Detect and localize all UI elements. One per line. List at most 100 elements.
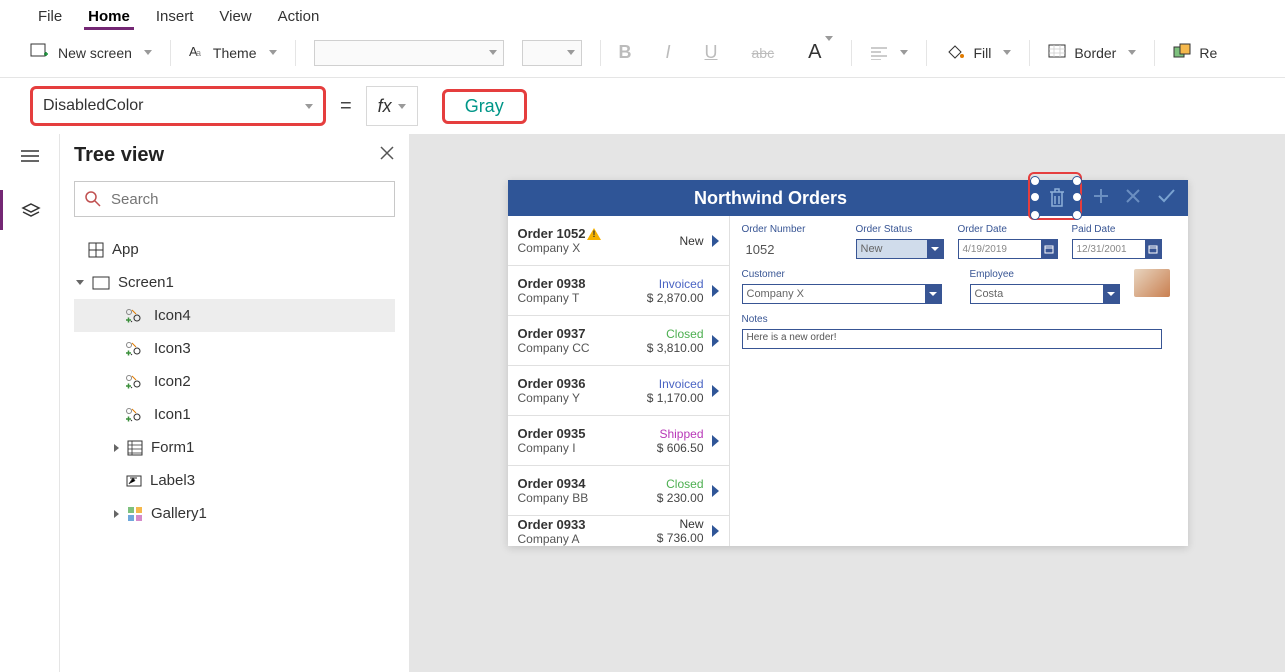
menu-action[interactable]: Action [278, 8, 320, 25]
tree-node-gallery1[interactable]: Gallery1 [74, 497, 395, 530]
order-number-label: Order Number [742, 224, 842, 235]
fill-button[interactable]: Fill [945, 42, 1011, 63]
gallery-row[interactable]: Order 0938Company TInvoiced$ 2,870.00 [508, 266, 729, 316]
menu-insert[interactable]: Insert [156, 8, 194, 25]
gallery-title: Order 0938 [518, 276, 586, 291]
order-number-input[interactable]: 1052 [742, 239, 842, 259]
menu-view[interactable]: View [219, 8, 251, 25]
theme-label: Theme [213, 45, 257, 61]
gallery-price: $ 606.50 [640, 441, 704, 455]
gallery-company: Company X [518, 241, 640, 255]
screen-plus-icon [30, 43, 50, 62]
gallery-status: Closed [640, 477, 704, 491]
fx-button[interactable]: fx [366, 86, 418, 126]
svg-text:a: a [196, 48, 201, 58]
check-icon[interactable] [1156, 187, 1176, 210]
menu-bar: File Home Insert View Action [0, 0, 1285, 31]
tree-view-panel: Tree view App Screen1 Icon4 [60, 134, 410, 672]
tree-node-icon2[interactable]: Icon2 [74, 365, 395, 398]
caret-right-icon [114, 444, 119, 452]
tree-node-icon1[interactable]: Icon1 [74, 398, 395, 431]
font-family-dropdown[interactable] [314, 40, 504, 66]
order-status-label: Order Status [856, 224, 944, 235]
bold-button[interactable]: B [619, 42, 632, 63]
notes-label: Notes [742, 314, 1176, 325]
gallery-row[interactable]: Order 0936Company YInvoiced$ 1,170.00 [508, 366, 729, 416]
gallery-title: Order 1052 [518, 226, 586, 241]
chevron-down-icon [825, 36, 833, 63]
gallery-row[interactable]: Order 0937Company CCClosed$ 3,810.00 [508, 316, 729, 366]
rail-treeview-button[interactable] [0, 190, 59, 230]
close-tree-button[interactable] [379, 144, 395, 167]
menu-home[interactable]: Home [88, 8, 130, 25]
formula-input[interactable]: Gray [432, 86, 1255, 126]
calendar-icon [1044, 244, 1054, 254]
rail-hamburger-button[interactable] [18, 146, 42, 166]
font-color-button[interactable]: A [808, 41, 833, 64]
tree-label: Label3 [150, 472, 195, 489]
underline-button[interactable]: U [705, 42, 718, 63]
tree-label: Icon1 [154, 406, 191, 423]
tree-node-icon3[interactable]: Icon3 [74, 332, 395, 365]
employee-label: Employee [970, 269, 1120, 280]
tree-view-title: Tree view [74, 144, 164, 167]
add-icon[interactable] [1092, 187, 1110, 210]
app-icon [88, 242, 104, 258]
theme-button[interactable]: Aa Theme [189, 43, 277, 62]
gallery-company: Company CC [518, 341, 640, 355]
search-icon [85, 191, 101, 207]
align-icon [870, 46, 888, 60]
cancel-icon[interactable] [1124, 187, 1142, 210]
font-size-dropdown[interactable] [522, 40, 582, 66]
reorder-label: Re [1199, 45, 1217, 61]
tree-label: Screen1 [118, 274, 174, 291]
chevron-right-icon [712, 235, 719, 247]
gallery-row[interactable]: Order 0935Company IShipped$ 606.50 [508, 416, 729, 466]
gallery-price: $ 3,810.00 [640, 341, 704, 355]
equals-sign: = [340, 95, 352, 118]
left-rail [0, 134, 60, 672]
icon-group-icon [126, 341, 146, 357]
ribbon-toolbar: New screen Aa Theme B I U abc A Fill [0, 30, 1285, 78]
tree-label: Icon4 [154, 307, 191, 324]
icon-group-icon [126, 407, 146, 423]
menu-file[interactable]: File [38, 8, 62, 25]
tree-node-icon4[interactable]: Icon4 [74, 299, 395, 332]
tree-node-label3[interactable]: Label3 [74, 464, 395, 497]
italic-button[interactable]: I [666, 42, 671, 63]
chevron-down-icon [398, 104, 406, 109]
gallery-title: Order 0935 [518, 426, 586, 441]
property-selector[interactable]: DisabledColor [30, 86, 326, 126]
strikethrough-button[interactable]: abc [752, 45, 775, 61]
app-title: Northwind Orders [508, 188, 1034, 209]
tree-label: Icon2 [154, 373, 191, 390]
tree-search-box[interactable] [74, 181, 395, 217]
gallery-row[interactable]: Order 0934Company BBClosed$ 230.00 [508, 466, 729, 516]
icon-group-icon [126, 374, 146, 390]
reorder-button[interactable]: Re [1173, 43, 1217, 62]
align-button[interactable] [870, 46, 908, 60]
gallery-row[interactable]: Order 1052Company XNew [508, 216, 729, 266]
employee-select[interactable]: Costa [970, 284, 1120, 304]
layers-icon [21, 202, 41, 218]
tree-search-input[interactable] [109, 190, 384, 209]
gallery-row[interactable]: Order 0933Company ANew$ 736.00 [508, 516, 729, 546]
customer-select[interactable]: Company X [742, 284, 942, 304]
gallery-status: Invoiced [640, 377, 704, 391]
gallery-price: $ 1,170.00 [640, 391, 704, 405]
paid-date-input[interactable]: 12/31/2001 [1072, 239, 1162, 259]
canvas-area: Northwind Orders [410, 134, 1285, 672]
gallery-status: Invoiced [640, 277, 704, 291]
order-status-select[interactable]: New [856, 239, 944, 259]
app-canvas[interactable]: Northwind Orders [508, 180, 1188, 546]
tree-node-screen1[interactable]: Screen1 [74, 266, 395, 299]
trash-icon[interactable] [1042, 184, 1072, 214]
new-screen-button[interactable]: New screen [30, 43, 152, 62]
gallery-status: New [640, 234, 704, 248]
form-icon [127, 440, 143, 456]
tree-node-app[interactable]: App [74, 233, 395, 266]
notes-input[interactable]: Here is a new order! [742, 329, 1162, 349]
order-date-input[interactable]: 4/19/2019 [958, 239, 1058, 259]
border-button[interactable]: Border [1048, 44, 1136, 61]
tree-node-form1[interactable]: Form1 [74, 431, 395, 464]
